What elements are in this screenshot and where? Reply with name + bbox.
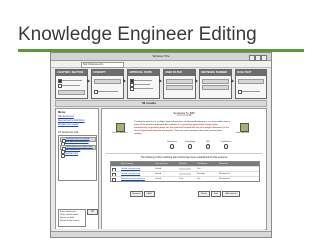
phase-workflow: CHAPTER / SECTION CONCEPT APPROVAL STATE — [55, 69, 267, 99]
table-row[interactable]: Further concept reference Linked True Ye… — [111, 176, 259, 182]
sentence-list[interactable]: Concept text for review Sub term with tw… — [58, 135, 97, 181]
remove-button[interactable]: Remove — [130, 191, 143, 197]
concept-type: Linked — [155, 178, 162, 180]
add-button[interactable]: Add — [144, 191, 155, 197]
panel-divider — [106, 153, 262, 154]
edit-button[interactable]: Edit — [211, 191, 221, 197]
results-count: 56 results — [142, 101, 157, 105]
browser-window: Window Title http://www.ke.com CHAPTER /… — [50, 52, 272, 238]
close-button[interactable] — [261, 54, 267, 61]
icon-caption: Current Sentence — [112, 132, 128, 134]
previous-sentence-icon[interactable] — [116, 123, 125, 132]
phase-approval[interactable]: APPROVAL STATE — [127, 69, 160, 99]
sentence-text: Treating the practice of 'multiple' top-… — [134, 121, 230, 135]
arrow-right-icon — [195, 79, 198, 83]
phase-rule-text[interactable]: RULE TEXT — [235, 69, 267, 99]
relation-field[interactable] — [179, 168, 191, 170]
arrow-right-icon — [159, 79, 162, 83]
criteria-table: Key Concept Concept Type Relation Confid… — [110, 161, 260, 182]
address-bar: http://www.ke.com — [51, 61, 271, 68]
status-bar — [51, 231, 271, 237]
list-item[interactable]: Another item — [60, 153, 94, 158]
rating-radios: Relevance Knowledge CFU Confidence — [164, 141, 234, 151]
go-button[interactable]: Go — [87, 209, 98, 215]
results-strip: 56 results — [55, 100, 267, 107]
icon-caption: Next Sentence — [236, 132, 250, 134]
row-checkbox[interactable] — [112, 177, 116, 182]
arrow-right-icon — [123, 79, 126, 83]
list-item[interactable]: Alternative text — [60, 149, 94, 154]
list-item[interactable]: Sub term with two links — [60, 141, 94, 146]
next-sentence-icon[interactable] — [240, 123, 249, 132]
radio-knowledge[interactable]: Knowledge — [182, 141, 198, 149]
reviewer-value: Researcher — [219, 178, 230, 180]
phase-chapter[interactable]: CHAPTER / SECTION — [55, 69, 88, 99]
delete-button[interactable]: Delete — [198, 191, 210, 197]
search-options[interactable]: Enter search text Other search option Se… — [58, 209, 86, 227]
phase-user-filter[interactable]: USER FILTER — [163, 69, 196, 99]
search-option[interactable]: Return to free search — [60, 220, 80, 223]
radio-relevance[interactable]: Relevance — [164, 141, 180, 149]
sidebar-link[interactable]: New sentence definitions — [58, 119, 85, 122]
sidebar-link[interactable]: Tab Sentences — [58, 115, 74, 118]
sentence-meta: 1 of 4 | 1 of 56 — [176, 115, 192, 117]
arrow-right-icon — [231, 79, 234, 83]
phase-sentence-number[interactable]: SENTENCE NUMBER — [199, 69, 232, 99]
window-titlebar: Window Title — [51, 53, 271, 61]
list-label: LIT Sentences (10) — [58, 131, 79, 134]
add-criteria-button[interactable]: Add criteria — [222, 191, 240, 197]
sidebar: Menu Tab Sentences New sentence definiti… — [55, 108, 99, 230]
sidebar-link[interactable]: Prepare pre-review — [58, 123, 78, 126]
confidence-value: Yes — [197, 178, 201, 180]
relation-value: True — [179, 178, 184, 180]
url-field[interactable]: http://www.ke.com — [81, 62, 124, 68]
relation-field[interactable] — [179, 173, 191, 175]
radio-cfu[interactable]: CFU — [200, 141, 216, 149]
concept-link[interactable]: Further concept reference — [121, 177, 145, 181]
sentence-panel: Sentence 5 / 580 1 of 4 | 1 of 56 Curren… — [101, 108, 267, 230]
slide-title: Knowledge Engineer Editing — [18, 24, 257, 45]
window-title: Window Title — [152, 54, 170, 58]
arrow-right-icon — [87, 79, 90, 83]
criteria-heading: The following (CFU) matching pair criter… — [140, 156, 228, 159]
radio-confidence[interactable]: Confidence — [218, 141, 234, 149]
sidebar-heading: Menu — [58, 110, 66, 114]
phase-concept[interactable]: CONCEPT — [91, 69, 124, 99]
